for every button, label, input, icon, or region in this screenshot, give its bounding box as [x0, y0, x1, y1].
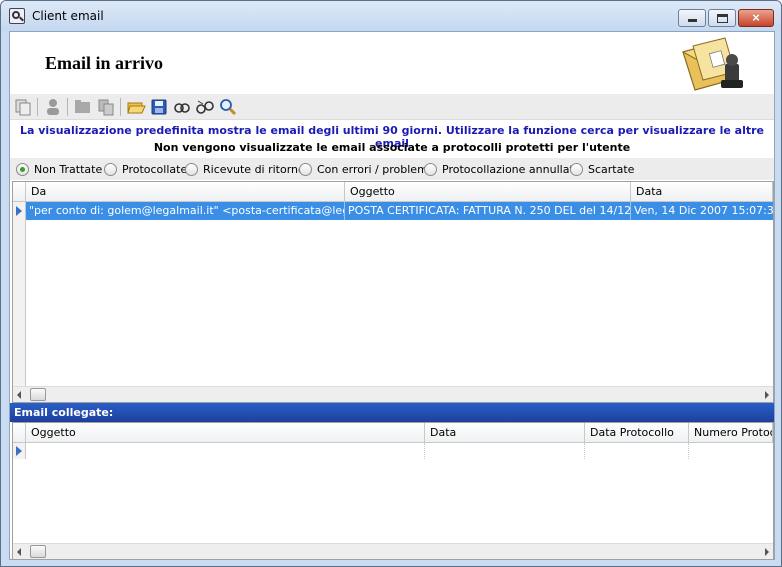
row-header-corner	[13, 182, 26, 202]
filter-scartate[interactable]: Scartate	[570, 162, 634, 177]
magnifier-app-icon	[9, 8, 25, 24]
client-area: Email in arrivo La visualizzazione prede…	[9, 31, 775, 560]
linked-emails-section-title: Email collegate:	[10, 403, 774, 422]
search-icon[interactable]	[218, 97, 238, 117]
cell-subject: POSTA CERTIFICATA: FATTURA N. 250 DEL de…	[345, 202, 631, 220]
radio-selected-icon	[16, 163, 29, 176]
maximize-button[interactable]	[708, 9, 736, 27]
row-header-corner	[13, 423, 26, 443]
scrollbar-thumb[interactable]	[30, 388, 46, 401]
page-title: Email in arrivo	[45, 53, 163, 73]
link-icon[interactable]	[172, 97, 192, 117]
move-icon[interactable]	[73, 97, 93, 117]
maximize-icon	[717, 14, 728, 23]
radio-icon	[185, 163, 198, 176]
client-email-window: Client email × Email in arrivo La visual…	[0, 0, 782, 567]
column-header-subject[interactable]: Oggetto	[345, 182, 631, 202]
current-row-arrow-icon	[16, 446, 22, 456]
radio-icon	[299, 163, 312, 176]
table-row[interactable]	[26, 443, 773, 459]
cell-date	[425, 443, 585, 459]
user-icon[interactable]	[43, 97, 63, 117]
filter-radio-group: Non Trattate Protocollate Ricevute di ri…	[10, 158, 774, 180]
row-selector	[13, 202, 26, 388]
radio-icon	[424, 163, 437, 176]
scroll-right-icon[interactable]	[765, 548, 769, 556]
filter-protocollazione-annullata[interactable]: Protocollazione annullata	[424, 162, 580, 177]
filter-protocollate[interactable]: Protocollate	[104, 162, 187, 177]
scroll-left-icon[interactable]	[17, 548, 21, 556]
warning-notice: Non vengono visualizzate le email associ…	[153, 141, 631, 154]
table-row[interactable]: "per conto di: golem@legalmail.it" <post…	[26, 202, 773, 220]
scroll-left-icon[interactable]	[17, 391, 21, 399]
cell-from: "per conto di: golem@legalmail.it" <post…	[26, 202, 345, 220]
row-selector	[13, 443, 26, 459]
filter-con-errori[interactable]: Con errori / problemi	[299, 162, 431, 177]
linked-horizontal-scrollbar[interactable]	[13, 543, 773, 559]
window-title: Client email	[32, 9, 104, 23]
toolbar	[10, 94, 774, 120]
titlebar: Client email ×	[1, 1, 781, 31]
cell-date: Ven, 14 Dic 2007 15:07:38	[634, 204, 773, 217]
current-row-arrow-icon	[16, 206, 22, 216]
column-header-date[interactable]: Data	[425, 423, 585, 443]
filter-ricevute-di-ritorno[interactable]: Ricevute di ritorno	[185, 162, 305, 177]
filter-non-trattate[interactable]: Non Trattate	[16, 162, 102, 177]
minimize-button[interactable]	[678, 9, 706, 27]
cell-protocol-number	[689, 443, 773, 459]
column-header-subject[interactable]: Oggetto	[26, 423, 425, 443]
close-button[interactable]: ×	[738, 9, 774, 27]
header: Email in arrivo	[10, 32, 774, 94]
minimize-icon	[688, 19, 697, 22]
radio-icon	[570, 163, 583, 176]
radio-icon	[104, 163, 117, 176]
linked-emails-grid: Oggetto Data Data Protocollo Numero Prot…	[12, 422, 774, 560]
cell-subject	[26, 443, 425, 459]
column-header-protocol-date[interactable]: Data Protocollo	[585, 423, 689, 443]
close-icon: ×	[752, 10, 760, 25]
column-header-from[interactable]: Da	[26, 182, 345, 202]
column-header-protocol-number[interactable]: Numero Protocollo	[689, 423, 773, 443]
copy-icon[interactable]	[96, 97, 116, 117]
scroll-right-icon[interactable]	[765, 391, 769, 399]
cell-protocol-date	[585, 443, 689, 459]
open-folder-icon[interactable]	[126, 97, 146, 117]
scrollbar-thumb[interactable]	[30, 545, 46, 558]
save-icon[interactable]	[149, 97, 169, 117]
mail-stamp-icon	[681, 37, 743, 91]
column-header-date[interactable]: Data	[631, 182, 773, 202]
inbox-grid: Da Oggetto Data "per conto di: golem@leg…	[12, 181, 774, 403]
inbox-horizontal-scrollbar[interactable]	[13, 386, 773, 402]
unlink-icon[interactable]	[195, 97, 215, 117]
refresh-icon[interactable]	[13, 97, 33, 117]
